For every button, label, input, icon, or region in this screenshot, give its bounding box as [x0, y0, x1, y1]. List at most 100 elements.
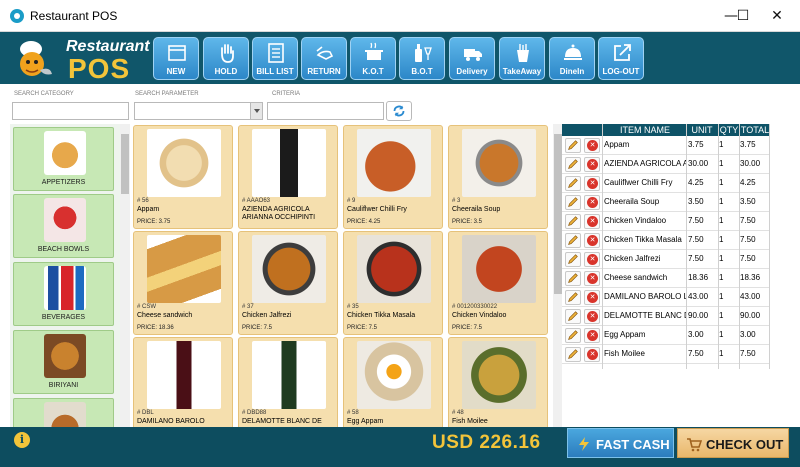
item-tile[interactable]: # 9 Cauliflwer Chilli Fry PRICE: 4.25 [343, 125, 443, 229]
category-biriyani[interactable]: BIRIYANI [13, 330, 114, 394]
logout-label: LOG-OUT [602, 67, 640, 76]
order-item-unit: 43.00 [688, 292, 709, 301]
delete-icon[interactable] [584, 138, 600, 153]
delete-icon[interactable] [584, 309, 600, 324]
bill-list-button[interactable]: BILL LIST [252, 37, 298, 80]
order-item-total: 4.25 [740, 178, 756, 187]
order-item-qty: 1 [719, 178, 724, 187]
item-tile[interactable]: # DBL DAMILANO BAROLO [133, 337, 233, 427]
item-tile[interactable]: # 48 Fish Moilee [448, 337, 548, 427]
category-appetizers[interactable]: APPETIZERS [13, 127, 114, 191]
order-item-total: 3.00 [740, 330, 756, 339]
kot-button[interactable]: K.O.T [350, 37, 396, 80]
edit-pencil-icon[interactable] [565, 195, 581, 210]
item-name: Fish Moilee [452, 418, 488, 425]
column-divider [686, 124, 687, 369]
cooking-pot-icon [365, 42, 383, 60]
info-icon[interactable]: i [14, 432, 30, 448]
delete-icon[interactable] [584, 290, 600, 305]
order-item-qty: 1 [719, 311, 724, 320]
bot-button[interactable]: B.O.T [399, 37, 445, 80]
col-unit: UNIT [691, 125, 713, 135]
item-tile[interactable]: # 58 Egg Appam [343, 337, 443, 427]
delete-icon[interactable] [584, 328, 600, 343]
order-item-qty: 1 [719, 273, 724, 282]
item-code: # 56 [137, 198, 149, 204]
delete-icon[interactable] [584, 347, 600, 362]
item-code: # 35 [347, 304, 359, 310]
order-item-unit: 7.50 [688, 235, 704, 244]
item-tile[interactable]: # 3 Cheeraila Soup PRICE: 3.5 [448, 125, 548, 229]
item-name: DELAMOTTE BLANC DE [242, 418, 322, 425]
item-image [357, 129, 431, 197]
delete-icon[interactable] [584, 233, 600, 248]
edit-pencil-icon[interactable] [565, 252, 581, 267]
order-item-name: DAMILANO BAROLO LE [604, 292, 686, 301]
return-button[interactable]: RETURN [301, 37, 347, 80]
kot-label: K.O.T [362, 67, 384, 76]
edit-pencil-icon[interactable] [565, 138, 581, 153]
beverages-image [44, 266, 86, 310]
return-icon [316, 46, 334, 60]
checkout-button[interactable]: CHECK OUT [677, 428, 789, 458]
cart-icon [687, 438, 702, 452]
item-tile[interactable]: # CSW Cheese sandwich PRICE: 18.36 [133, 231, 233, 335]
takeaway-button[interactable]: TakeAway [499, 37, 545, 80]
item-code: # 58 [347, 410, 359, 416]
category-burgers[interactable] [13, 398, 114, 427]
search-parameter-select[interactable] [134, 102, 263, 120]
logout-button[interactable]: LOG-OUT [598, 37, 644, 80]
item-price: PRICE: 3.75 [137, 219, 171, 225]
delete-icon[interactable] [584, 157, 600, 172]
close-button[interactable]: ✕ [754, 0, 800, 32]
item-tile[interactable]: # 56 Appam PRICE: 3.75 [133, 125, 233, 229]
item-tile[interactable]: # 37 Chicken Jalfrezi PRICE: 7.5 [238, 231, 338, 335]
column-divider [718, 124, 719, 369]
dine-in-button[interactable]: DineIn [549, 37, 595, 80]
hold-button[interactable]: HOLD [203, 37, 249, 80]
edit-pencil-icon[interactable] [565, 214, 581, 229]
criteria-input[interactable] [267, 102, 384, 120]
order-item-name: AZIENDA AGRICOLA ARIANNA [604, 159, 686, 168]
item-tile[interactable]: # DBD88 DELAMOTTE BLANC DE [238, 337, 338, 427]
edit-pencil-icon[interactable] [565, 271, 581, 286]
item-tile[interactable]: # 001200330022 Chicken Vindaloo PRICE: 7… [448, 231, 548, 335]
edit-pencil-icon[interactable] [565, 157, 581, 172]
delivery-button[interactable]: Delivery [449, 37, 495, 80]
refresh-button[interactable] [386, 101, 412, 121]
order-item-total: 3.50 [740, 197, 756, 206]
category-scrollbar[interactable] [120, 124, 130, 427]
dine-in-label: DineIn [559, 67, 585, 76]
item-name: Cauliflwer Chilli Fry [347, 206, 407, 213]
col-item-name: ITEM NAME [619, 125, 670, 135]
delete-icon[interactable] [584, 214, 600, 229]
category-beach-bowls[interactable]: BEACH BOWLS [13, 194, 114, 258]
delete-icon[interactable] [584, 271, 600, 286]
delete-icon[interactable] [584, 195, 600, 210]
new-button[interactable]: NEW [153, 37, 199, 80]
delete-icon[interactable] [584, 252, 600, 267]
category-beverages[interactable]: BEVERAGES [13, 262, 114, 326]
item-image [357, 341, 431, 409]
item-tile[interactable]: # 35 Chicken Tikka Masala PRICE: 7.5 [343, 231, 443, 335]
edit-pencil-icon[interactable] [565, 328, 581, 343]
search-category-input[interactable] [12, 102, 129, 120]
item-scroll-thumb[interactable] [554, 134, 562, 294]
edit-pencil-icon[interactable] [565, 309, 581, 324]
item-image [462, 235, 536, 303]
delete-icon[interactable] [584, 176, 600, 191]
item-name: Appam [137, 206, 160, 213]
order-item-name: DELAMOTTE BLANC DE [604, 311, 686, 320]
item-tile[interactable]: # AAAO63 AZIENDA AGRICOLA ARIANNA OCCHIP… [238, 125, 338, 229]
edit-pencil-icon[interactable] [565, 290, 581, 305]
edit-pencil-icon[interactable] [565, 347, 581, 362]
item-name: Egg Appam [347, 418, 384, 425]
item-code: # DBL [137, 410, 154, 416]
hand-icon [221, 44, 234, 63]
fast-cash-button[interactable]: FAST CASH [567, 428, 674, 458]
category-scroll-thumb[interactable] [121, 134, 129, 194]
dropdown-button[interactable] [250, 103, 262, 119]
beach-bowls-image [44, 198, 86, 242]
edit-pencil-icon[interactable] [565, 233, 581, 248]
edit-pencil-icon[interactable] [565, 176, 581, 191]
